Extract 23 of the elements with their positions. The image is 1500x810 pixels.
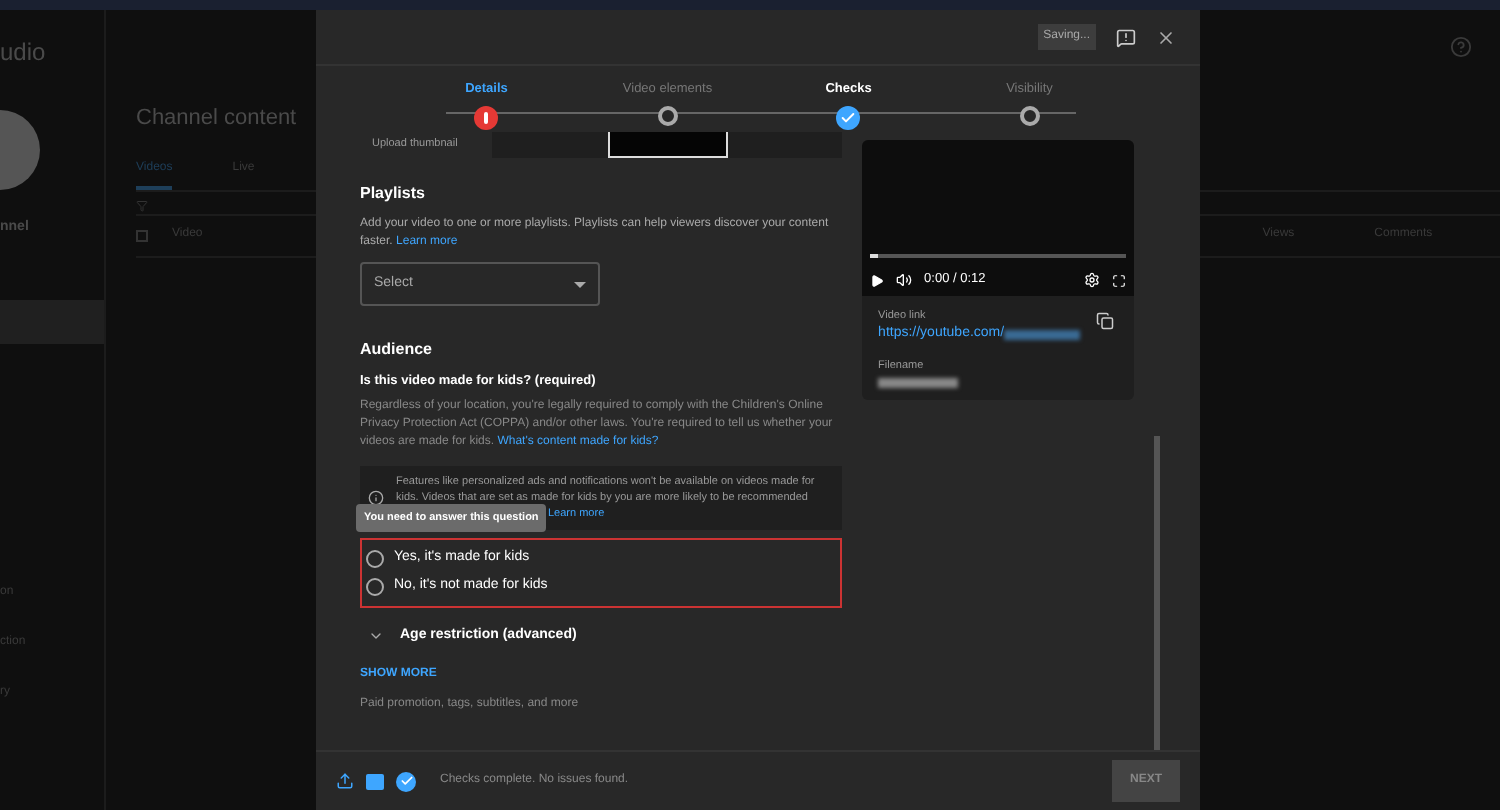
copy-icon[interactable] — [1096, 312, 1114, 330]
checkbox[interactable] — [136, 229, 148, 241]
chevron-icon[interactable] — [368, 628, 384, 644]
play-icon[interactable] — [870, 273, 885, 288]
blurred-filename-drawing — [878, 378, 959, 388]
radio-button[interactable] — [366, 578, 384, 596]
section-heading: Audience — [360, 338, 435, 362]
check-circle-icon — [396, 771, 416, 791]
section-heading: Playlists — [360, 182, 427, 206]
settings-icon[interactable] — [1084, 272, 1100, 289]
hd-icon — [366, 773, 384, 789]
page-title: Channel content — [136, 104, 297, 134]
radio-button[interactable] — [366, 549, 384, 567]
logo-text: udio — [0, 36, 46, 70]
close-icon[interactable] — [1156, 27, 1176, 47]
fullscreen-icon[interactable] — [1112, 273, 1126, 288]
scrollbar[interactable] — [1154, 435, 1160, 750]
blurred-link-drawing — [1004, 330, 1081, 340]
upload-icon[interactable] — [336, 772, 354, 790]
volume-icon[interactable] — [896, 272, 913, 289]
dropdown-caret-icon — [574, 281, 586, 287]
feedback-icon[interactable] — [1116, 27, 1136, 47]
info-icon — [368, 489, 384, 506]
